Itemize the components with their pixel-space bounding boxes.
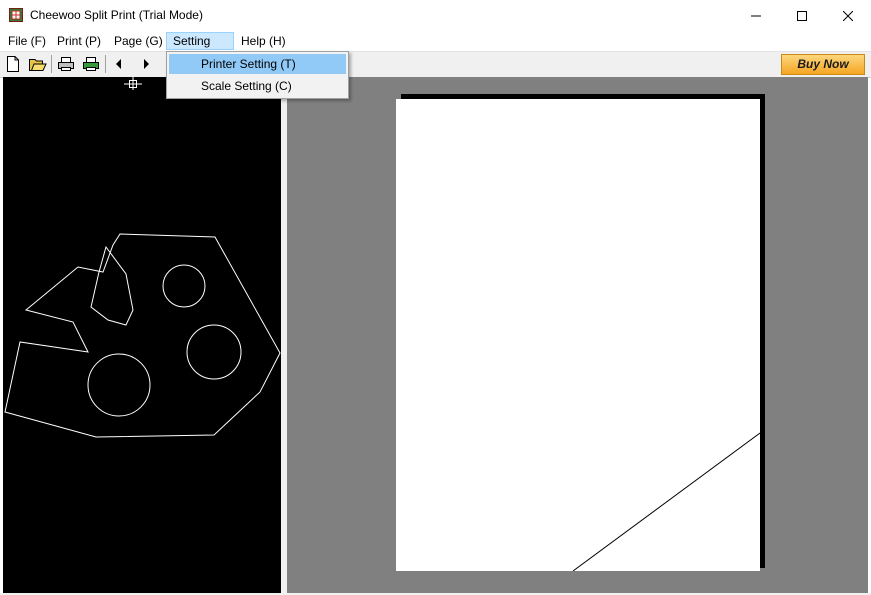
preview-line [572, 432, 760, 571]
print-icon [58, 57, 74, 71]
menu-print[interactable]: Print (P) [51, 32, 107, 50]
menu-bar: File (F) Print (P) Page (G) Setting (S) … [0, 31, 871, 64]
close-icon [843, 10, 853, 21]
menu-help[interactable]: Help (H) [235, 32, 292, 50]
inner-notch-shape [90, 245, 134, 326]
title-bar: Cheewoo Split Print (Trial Mode) [0, 0, 871, 31]
drawing-canvas[interactable] [3, 77, 281, 593]
crosshair-cursor-icon [124, 77, 142, 90]
menu-item-scale-setting[interactable]: Scale Setting (C) [169, 76, 346, 96]
menu-item-printer-setting[interactable]: Printer Setting (T) [169, 54, 346, 74]
next-icon [144, 59, 149, 69]
open-button[interactable] [29, 55, 47, 73]
minimize-button[interactable] [733, 0, 779, 31]
next-page-button[interactable] [137, 55, 155, 73]
print-button[interactable] [57, 55, 75, 73]
previous-page-button[interactable] [110, 55, 128, 73]
previous-icon [116, 59, 121, 69]
print-preview-page [396, 99, 760, 571]
toolbar-separator [51, 55, 52, 73]
print-setup-icon [83, 57, 99, 71]
menu-file[interactable]: File (F) [2, 32, 52, 50]
menu-page[interactable]: Page (G) [108, 32, 169, 50]
buy-now-button[interactable]: Buy Now [781, 54, 865, 75]
app-logo-icon [9, 8, 23, 22]
maximize-button[interactable] [779, 0, 825, 31]
print-setup-button[interactable] [82, 55, 100, 73]
open-folder-icon [29, 59, 47, 71]
outline-polygon [4, 233, 281, 438]
close-button[interactable] [825, 0, 871, 31]
small-circle [162, 264, 206, 308]
minimize-icon [751, 15, 761, 16]
drawing-shapes [4, 77, 281, 438]
toolbar: Buy Now [0, 51, 871, 78]
medium-circle [186, 324, 242, 380]
setting-menu-dropdown: Printer Setting (T) Scale Setting (C) [166, 51, 349, 99]
new-button[interactable] [4, 55, 22, 73]
maximize-icon [797, 10, 807, 21]
new-document-icon [7, 56, 19, 72]
large-circle [87, 353, 151, 417]
menu-setting[interactable]: Setting (S) [166, 32, 234, 64]
window-title: Cheewoo Split Print (Trial Mode) [30, 8, 203, 22]
toolbar-separator [105, 55, 106, 73]
